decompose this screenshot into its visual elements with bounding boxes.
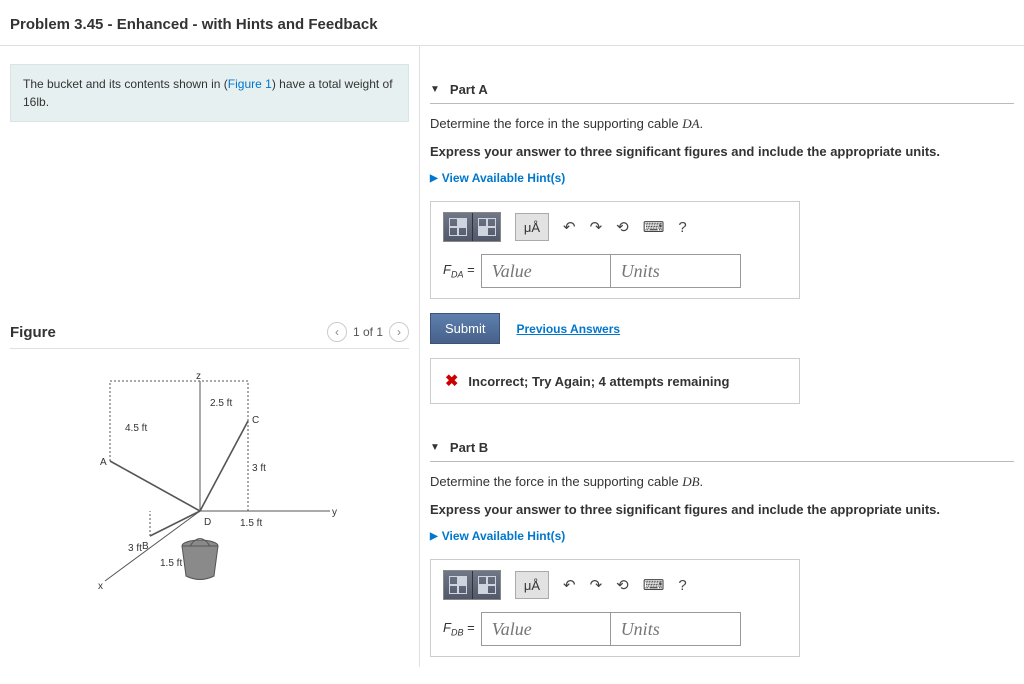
equation-template-button-2[interactable] bbox=[472, 571, 500, 599]
figure-link[interactable]: Figure 1 bbox=[228, 77, 272, 91]
svg-text:D: D bbox=[204, 517, 211, 528]
caret-down-icon: ▼ bbox=[430, 84, 440, 95]
svg-text:1.5 ft: 1.5 ft bbox=[240, 518, 262, 529]
triangle-right-icon: ▶ bbox=[430, 173, 438, 184]
submit-button-a[interactable]: Submit bbox=[430, 313, 500, 344]
equation-template-button[interactable] bbox=[444, 213, 472, 241]
redo-icon[interactable]: ↷ bbox=[590, 218, 603, 236]
pager-next-button[interactable]: › bbox=[389, 322, 409, 342]
undo-icon[interactable]: ↶ bbox=[563, 576, 576, 594]
part-b-title: Part B bbox=[450, 440, 488, 455]
svg-text:x: x bbox=[98, 581, 103, 591]
part-a-prompt: Determine the force in the supporting ca… bbox=[430, 116, 1014, 132]
svg-text:y: y bbox=[332, 507, 337, 518]
problem-intro: The bucket and its contents shown in (Fi… bbox=[10, 64, 409, 122]
page-title: Problem 3.45 - Enhanced - with Hints and… bbox=[10, 16, 1014, 33]
view-hints-link[interactable]: ▶ View Available Hint(s) bbox=[430, 171, 1014, 185]
value-input-b[interactable] bbox=[481, 612, 611, 646]
feedback-text: Incorrect; Try Again; 4 attempts remaini… bbox=[468, 374, 729, 389]
figure-title: Figure bbox=[10, 324, 56, 341]
view-hints-link-b[interactable]: ▶ View Available Hint(s) bbox=[430, 529, 1014, 543]
pager-prev-button[interactable]: ‹ bbox=[327, 322, 347, 342]
svg-text:3 ft: 3 ft bbox=[252, 463, 266, 474]
svg-text:z: z bbox=[196, 371, 201, 382]
keyboard-icon[interactable]: ⌨ bbox=[643, 576, 665, 594]
svg-text:3 ft: 3 ft bbox=[128, 543, 142, 554]
svg-text:A: A bbox=[100, 457, 107, 468]
feedback-box-a: ✖ Incorrect; Try Again; 4 attempts remai… bbox=[430, 358, 800, 404]
svg-text:1.5 ft: 1.5 ft bbox=[160, 558, 182, 569]
figure-diagram: z y x A B C D 4.5 ft 2.5 ft 3 ft 3 ft 1.… bbox=[10, 361, 409, 601]
part-a-header[interactable]: ▼ Part A bbox=[430, 82, 1014, 104]
undo-icon[interactable]: ↶ bbox=[563, 218, 576, 236]
intro-text-pre: The bucket and its contents shown in ( bbox=[23, 77, 228, 91]
part-b-prompt: Determine the force in the supporting ca… bbox=[430, 474, 1014, 490]
variable-label-b: FDB = bbox=[443, 620, 475, 638]
pager-label: 1 of 1 bbox=[353, 325, 383, 339]
svg-text:C: C bbox=[252, 415, 259, 426]
figure-pager: ‹ 1 of 1 › bbox=[327, 322, 409, 342]
keyboard-icon[interactable]: ⌨ bbox=[643, 218, 665, 236]
value-input-a[interactable] bbox=[481, 254, 611, 288]
help-icon[interactable]: ? bbox=[678, 219, 686, 236]
answer-area-a: μÅ ↶ ↷ ⟲ ⌨ ? FDA = bbox=[430, 201, 800, 299]
answer-area-b: μÅ ↶ ↷ ⟲ ⌨ ? FDB = bbox=[430, 559, 800, 657]
part-b-instruction: Express your answer to three significant… bbox=[430, 502, 1014, 517]
caret-down-icon: ▼ bbox=[430, 442, 440, 453]
reset-icon[interactable]: ⟲ bbox=[616, 576, 629, 594]
previous-answers-link[interactable]: Previous Answers bbox=[516, 322, 620, 336]
part-a-instruction: Express your answer to three significant… bbox=[430, 144, 1014, 159]
equation-template-button[interactable] bbox=[444, 571, 472, 599]
units-symbol-button[interactable]: μÅ bbox=[515, 213, 549, 241]
svg-text:4.5 ft: 4.5 ft bbox=[125, 423, 147, 434]
units-symbol-button[interactable]: μÅ bbox=[515, 571, 549, 599]
redo-icon[interactable]: ↷ bbox=[590, 576, 603, 594]
part-b-header[interactable]: ▼ Part B bbox=[430, 440, 1014, 462]
variable-label-a: FDA = bbox=[443, 262, 475, 280]
part-a-title: Part A bbox=[450, 82, 488, 97]
help-icon[interactable]: ? bbox=[678, 577, 686, 594]
equation-template-button-2[interactable] bbox=[472, 213, 500, 241]
units-input-b[interactable] bbox=[611, 612, 741, 646]
units-input-a[interactable] bbox=[611, 254, 741, 288]
reset-icon[interactable]: ⟲ bbox=[616, 218, 629, 236]
svg-text:B: B bbox=[142, 541, 149, 552]
incorrect-x-icon: ✖ bbox=[445, 371, 458, 391]
triangle-right-icon: ▶ bbox=[430, 531, 438, 542]
svg-text:2.5 ft: 2.5 ft bbox=[210, 398, 232, 409]
